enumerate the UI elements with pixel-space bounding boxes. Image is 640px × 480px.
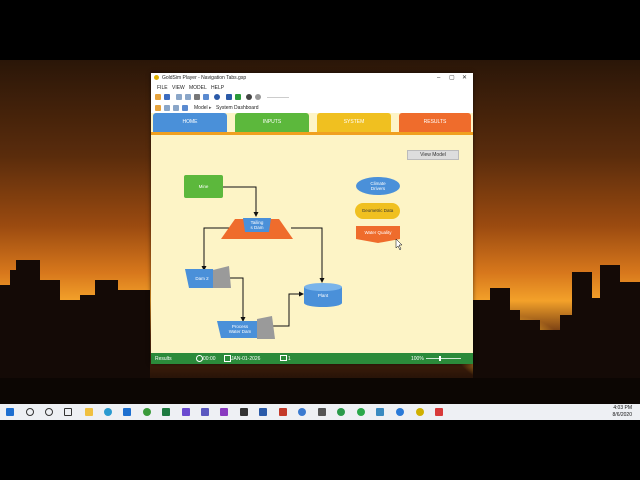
menu-bar: FILE VIEW MODEL HELP	[151, 83, 473, 92]
nav-up-icon[interactable]	[173, 105, 179, 111]
windows-taskbar: 4:03 PM 8/6/2020	[0, 404, 640, 420]
calendar-icon	[224, 355, 231, 362]
tailings-dam-label: Tailing s Dam	[250, 220, 264, 230]
flow-mine-tailings	[221, 186, 259, 217]
flow-tailings-plant	[291, 227, 325, 283]
properties-icon[interactable]	[203, 94, 209, 100]
nav-back-icon[interactable]	[155, 105, 161, 111]
word-icon[interactable]	[259, 408, 267, 416]
start-icon[interactable]	[6, 408, 14, 416]
window-title: GoldSim Player - Navigation Tabs.gsp	[162, 75, 247, 81]
spotify-icon[interactable]	[357, 408, 365, 416]
process-water-dam-label: Process Water Dam	[228, 324, 252, 334]
status-count: 1	[288, 356, 291, 362]
breadcrumb-current: System Dashboard	[216, 105, 259, 111]
browser-icon[interactable]	[298, 408, 306, 416]
status-bar: Results 00:00 JAN-01-2026 1 100%	[151, 353, 473, 364]
help-icon[interactable]	[214, 94, 220, 100]
breadcrumb-root[interactable]: Model	[194, 105, 208, 111]
clock-time: 4:03 PM	[613, 405, 632, 411]
app-icon	[154, 75, 159, 80]
mouse-cursor	[395, 238, 403, 251]
reset-icon[interactable]	[226, 94, 232, 100]
status-time: 00:00	[203, 356, 216, 362]
menu-help[interactable]: HELP	[211, 85, 224, 91]
search-icon[interactable]	[26, 408, 34, 416]
nav-forward-icon[interactable]	[164, 105, 170, 111]
app-icon-1[interactable]	[182, 408, 190, 416]
menu-file[interactable]: FILE	[157, 85, 168, 91]
nav-home-icon[interactable]	[182, 105, 188, 111]
chrome-icon[interactable]	[143, 408, 151, 416]
clock-icon	[196, 355, 203, 362]
visual-studio-icon[interactable]	[220, 408, 228, 416]
paste-icon[interactable]	[185, 94, 191, 100]
geometric-data-label: Geometric Data	[361, 208, 394, 213]
outlook-icon[interactable]	[123, 408, 131, 416]
stop-icon[interactable]	[255, 94, 261, 100]
zoom-level: 100%	[411, 356, 424, 362]
zoom-slider[interactable]	[426, 358, 461, 359]
zoom-slider-thumb[interactable]	[439, 356, 441, 361]
mine-label: Mine	[198, 184, 209, 189]
task-view-icon[interactable]	[64, 408, 72, 416]
edge-icon[interactable]	[104, 408, 112, 416]
realization-icon	[280, 355, 287, 361]
step-icon[interactable]	[246, 94, 252, 100]
powerpoint-icon[interactable]	[279, 408, 287, 416]
maximize-button[interactable]: ▢	[449, 74, 455, 82]
app-icon-4[interactable]	[376, 408, 384, 416]
title-bar[interactable]: GoldSim Player - Navigation Tabs.gsp – ▢…	[151, 73, 473, 83]
water-quality-label: Water Quality	[364, 230, 392, 235]
file-explorer-icon[interactable]	[85, 408, 93, 416]
teams-icon[interactable]	[201, 408, 209, 416]
system-clock[interactable]: 4:03 PM 8/6/2020	[613, 405, 632, 419]
goldsim-icon[interactable]	[416, 408, 424, 416]
clock-date: 8/6/2020	[612, 412, 632, 418]
menu-model[interactable]: MODEL	[189, 85, 207, 91]
excel-icon[interactable]	[162, 408, 170, 416]
app-window: GoldSim Player - Navigation Tabs.gsp – ▢…	[151, 73, 473, 364]
speed-slider[interactable]	[267, 97, 289, 98]
dam2-label: Dam 2	[195, 276, 209, 281]
messenger-icon[interactable]	[396, 408, 404, 416]
app-icon-3[interactable]	[337, 408, 345, 416]
system-diagram	[184, 175, 403, 339]
app-icon-2[interactable]	[240, 408, 248, 416]
save-icon[interactable]	[164, 94, 170, 100]
copy-icon[interactable]	[176, 94, 182, 100]
app-icon-5[interactable]	[435, 408, 443, 416]
close-button[interactable]: ✕	[462, 74, 467, 82]
calculator-icon[interactable]	[318, 408, 326, 416]
status-date: JAN-01-2026	[231, 356, 261, 362]
dashboard-canvas: HOME INPUTS SYSTEM RESULTS View Model Mi…	[151, 113, 473, 353]
cortana-icon[interactable]	[45, 408, 53, 416]
minimize-button[interactable]: –	[437, 74, 440, 82]
climate-drivers-label: Climate Drivers	[370, 181, 386, 191]
breadcrumb-separator: ▸	[209, 105, 212, 111]
plant-label: Plant	[317, 293, 329, 298]
flow-processwater-plant	[273, 291, 304, 327]
toolbar	[151, 92, 473, 103]
menu-view[interactable]: VIEW	[172, 85, 185, 91]
status-results: Results	[155, 356, 172, 362]
open-icon[interactable]	[155, 94, 161, 100]
find-icon[interactable]	[194, 94, 200, 100]
run-icon[interactable]	[235, 94, 241, 100]
